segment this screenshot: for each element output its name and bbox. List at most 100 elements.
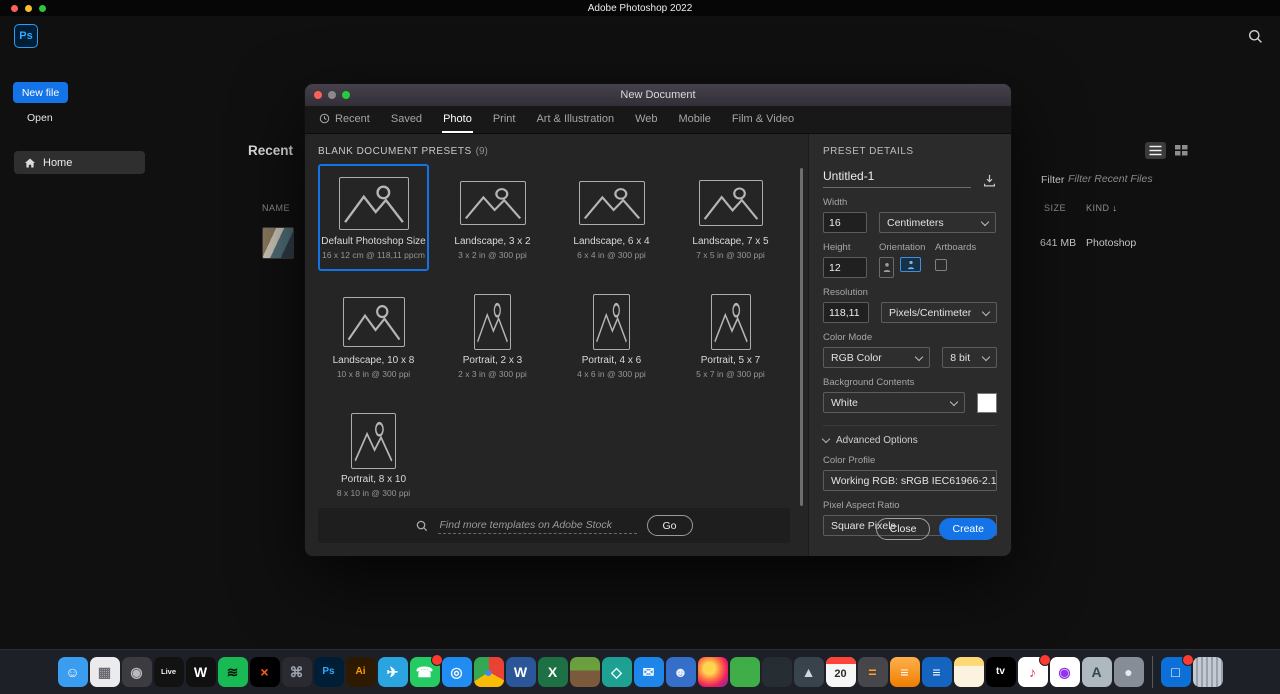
go-button[interactable]: Go <box>646 515 693 536</box>
tab-recent[interactable]: Recent <box>318 106 371 133</box>
tab-web[interactable]: Web <box>634 106 658 133</box>
dock-icon-blue-person-app[interactable]: ☻ <box>665 657 696 687</box>
dock-glyph: ◉ <box>130 664 143 680</box>
dock-icon-launchpad[interactable]: ▦ <box>89 657 120 687</box>
dock-icon-x-app[interactable]: × <box>249 657 280 687</box>
preset-thumbnail <box>320 172 427 234</box>
sidebar-item-home[interactable]: Home <box>14 151 145 174</box>
dock-icon-blue-box-app[interactable]: □ <box>1160 654 1194 687</box>
filter-recent-files-input[interactable] <box>1066 172 1165 186</box>
create-button[interactable]: Create <box>939 518 997 540</box>
dock-icon-firefox[interactable] <box>697 657 728 687</box>
dialog-zoom-button[interactable] <box>342 91 350 99</box>
dock-icon-music[interactable]: ♪ <box>1017 654 1051 687</box>
preset-card-2[interactable]: Landscape, 3 x 2 3 x 2 in @ 300 ppi <box>437 164 548 271</box>
dock-icon-ableton-live[interactable]: Live <box>153 657 184 687</box>
dock-icon-photoshop[interactable]: Ps <box>313 657 344 687</box>
scrollbar[interactable] <box>800 168 803 506</box>
dock-icon-photo-booth[interactable]: ◉ <box>121 657 152 687</box>
dock-icon-teal-app[interactable]: ◇ <box>601 657 632 687</box>
dock-icon-mail[interactable]: ✉ <box>633 657 664 687</box>
column-header-size[interactable]: SIZE <box>1044 203 1066 213</box>
dock-icon-dark-leaf-app[interactable] <box>761 657 792 687</box>
minimize-window-button[interactable] <box>25 4 32 12</box>
dock-icon-green-app[interactable] <box>729 657 760 687</box>
dock-icon-illustrator[interactable]: Ai <box>345 657 376 687</box>
dock-icon-calendar[interactable]: 20 <box>825 657 856 687</box>
search-icon[interactable] <box>1248 29 1263 44</box>
dock-icon-whatsapp[interactable]: ☎ <box>409 654 443 687</box>
tab-film-video[interactable]: Film & Video <box>731 106 795 133</box>
dialog-title: New Document <box>620 89 696 101</box>
recent-file-thumbnail[interactable] <box>262 227 294 259</box>
preset-card-9[interactable]: Portrait, 8 x 10 8 x 10 in @ 300 ppi <box>318 402 429 509</box>
minecraft-icon <box>569 657 600 687</box>
dock-icon-calculator[interactable]: = <box>857 657 888 687</box>
stock-search-input[interactable] <box>437 517 637 534</box>
dock-icon-excel[interactable]: X <box>537 657 568 687</box>
dock-icon-notes[interactable] <box>953 657 984 687</box>
bit-depth-select[interactable]: 8 bit <box>942 347 997 368</box>
dialog-close-button[interactable] <box>314 91 322 99</box>
dock-icon-podcasts[interactable]: ◉ <box>1049 657 1080 687</box>
close-window-button[interactable] <box>11 4 18 12</box>
units-select[interactable]: Centimeters <box>879 212 996 233</box>
height-input[interactable] <box>823 257 867 278</box>
new-file-button[interactable]: New file <box>13 82 68 103</box>
document-name-input[interactable] <box>823 169 971 188</box>
width-input[interactable] <box>823 212 867 233</box>
orientation-portrait-button[interactable] <box>879 257 894 278</box>
dock-icon-rocket-app[interactable]: ▲ <box>793 657 824 687</box>
background-color-swatch[interactable] <box>977 392 997 413</box>
preset-card-3[interactable]: Landscape, 6 x 4 6 x 4 in @ 300 ppi <box>556 164 667 271</box>
zoom-window-button[interactable] <box>39 4 46 12</box>
dock-icon-telegram[interactable]: ✈ <box>377 657 408 687</box>
tab-art-illustration[interactable]: Art & Illustration <box>535 106 615 133</box>
list-view-button[interactable] <box>1145 142 1166 159</box>
dock-icon-books[interactable]: ≡ <box>889 657 920 687</box>
dock-icon-minecraft[interactable] <box>569 657 600 687</box>
dock-icon-spotify[interactable]: ≋ <box>217 657 248 687</box>
dock-glyph: A <box>1091 664 1102 680</box>
preset-card-4[interactable]: Landscape, 7 x 5 7 x 5 in @ 300 ppi <box>675 164 786 271</box>
dock-icon-automator[interactable]: A <box>1081 657 1112 687</box>
column-header-name[interactable]: NAME <box>262 203 290 213</box>
grid-view-button[interactable] <box>1171 142 1192 159</box>
resolution-units-select[interactable]: Pixels/Centimeter <box>881 302 997 323</box>
tab-saved[interactable]: Saved <box>390 106 423 133</box>
preset-card-7[interactable]: Portrait, 4 x 6 4 x 6 in @ 300 ppi <box>556 283 667 390</box>
dock-icon-reminders[interactable]: ≡ <box>921 657 952 687</box>
preset-card-6[interactable]: Portrait, 2 x 3 2 x 3 in @ 300 ppi <box>437 283 548 390</box>
tab-mobile[interactable]: Mobile <box>678 106 712 133</box>
preset-dimensions: 4 x 6 in @ 300 ppi <box>577 369 646 379</box>
tab-photo[interactable]: Photo <box>442 106 473 133</box>
dock-icon-apple-tv[interactable]: tv <box>985 657 1016 687</box>
dock-icon-chrome[interactable]: ● <box>473 657 504 687</box>
dock-icon-word[interactable]: W <box>505 657 536 687</box>
orientation-landscape-button[interactable] <box>900 257 921 272</box>
dock-icon-grey-utility[interactable]: ● <box>1113 657 1144 687</box>
dock-icon-safari[interactable]: ◎ <box>441 657 472 687</box>
tab-print[interactable]: Print <box>492 106 517 133</box>
preset-thumbnail <box>677 291 784 353</box>
tab-label: Recent <box>335 112 370 125</box>
dock-glyph: ● <box>1124 664 1133 680</box>
dock-icon-dark-utility[interactable]: ⌘ <box>281 657 312 687</box>
save-preset-icon[interactable] <box>982 173 997 188</box>
resolution-input[interactable] <box>823 302 869 323</box>
preset-card-8[interactable]: Portrait, 5 x 7 5 x 7 in @ 300 ppi <box>675 283 786 390</box>
preset-card-5[interactable]: Landscape, 10 x 8 10 x 8 in @ 300 ppi <box>318 283 429 390</box>
preset-card-1[interactable]: Default Photoshop Size 16 x 12 cm @ 118,1… <box>318 164 429 271</box>
background-contents-select[interactable]: White <box>823 392 966 413</box>
advanced-options-toggle[interactable]: Advanced Options <box>821 425 997 446</box>
dock-icon-finder[interactable]: ☺ <box>57 657 88 687</box>
word-icon: W <box>505 657 536 687</box>
dock-icon-trash[interactable] <box>1192 657 1223 687</box>
open-button[interactable]: Open <box>27 112 53 124</box>
artboards-checkbox[interactable] <box>935 259 947 271</box>
dock-icon-waves[interactable]: W <box>185 657 216 687</box>
column-header-kind[interactable]: KIND ↓ <box>1086 203 1118 213</box>
color-profile-select[interactable]: Working RGB: sRGB IEC61966-2.1 <box>823 470 997 491</box>
close-button[interactable]: Close <box>875 518 931 540</box>
color-mode-select[interactable]: RGB Color <box>823 347 931 368</box>
